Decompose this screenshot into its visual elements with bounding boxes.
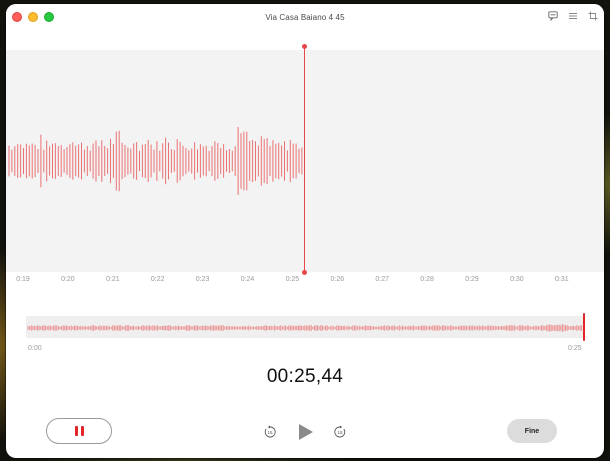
skip-forward-15-button[interactable]: 15 (332, 420, 348, 444)
title-bar: Via Casa Baiano 4 45 (6, 4, 604, 30)
maximize-window-button[interactable] (44, 12, 54, 22)
timeline-tick-label: 0:19 (16, 276, 30, 283)
play-button[interactable] (295, 420, 317, 444)
voice-memos-window: Via Casa Baiano 4 45 0:19 0:20 0:21 0:22… (6, 4, 604, 458)
overview-scrubber[interactable] (26, 313, 585, 341)
list-icon[interactable] (568, 11, 578, 21)
overview-end-label: 0:25 (568, 345, 582, 352)
timeline-tick-label: 0:23 (195, 276, 210, 283)
overview-start-label: 0:00 (28, 345, 42, 352)
pause-icon-bar (80, 426, 84, 436)
window-title: Via Casa Baiano 4 45 (265, 12, 345, 22)
skip-forward-label: 15 (337, 430, 343, 435)
timeline-tick-label: 0:27 (375, 276, 389, 283)
timeline-tick-label: 0:21 (105, 276, 120, 283)
timeline-tick-label: 0:22 (150, 276, 165, 283)
overview-playhead[interactable] (583, 313, 585, 341)
close-window-button[interactable] (12, 12, 22, 22)
window-controls (12, 12, 54, 22)
pause-button[interactable] (46, 418, 112, 444)
title-toolbar (548, 11, 598, 21)
overview-waveform (27, 323, 583, 333)
timeline-tick-label: 0:31 (554, 276, 569, 283)
timeline-tick-label: 0:25 (285, 276, 300, 283)
skip-back-15-button[interactable]: 15 (262, 420, 278, 444)
crop-icon[interactable] (588, 11, 598, 21)
playhead[interactable] (304, 46, 305, 274)
elapsed-time: 00:25,44 (266, 366, 344, 387)
skip-back-icon: 15 (264, 425, 276, 438)
skip-forward-icon: 15 (334, 425, 346, 438)
timeline-tick-label: 0:29 (465, 276, 479, 283)
timeline-tick-label: 0:20 (61, 276, 75, 283)
playhead-bottom-handle[interactable] (302, 270, 307, 275)
timeline-tick-label: 0:26 (330, 276, 345, 283)
timeline-tick-label: 0:24 (240, 276, 255, 283)
minimize-window-button[interactable] (28, 12, 38, 22)
timeline-tick-label: 0:28 (420, 276, 434, 283)
speech-bubble-icon[interactable] (548, 11, 558, 21)
waveform-view[interactable] (6, 50, 604, 272)
skip-back-label: 15 (267, 430, 273, 435)
pause-icon (74, 426, 78, 436)
done-button[interactable]: Fine (507, 419, 557, 443)
playhead-top-handle[interactable] (302, 44, 307, 49)
waveform (8, 127, 303, 195)
timeline-tick-label: 0:30 (510, 276, 524, 283)
timeline-ruler: 0:19 0:20 0:21 0:22 0:23 0:24 0:25 0:26 0:27 0:28… (6, 276, 604, 288)
play-icon (299, 424, 313, 440)
